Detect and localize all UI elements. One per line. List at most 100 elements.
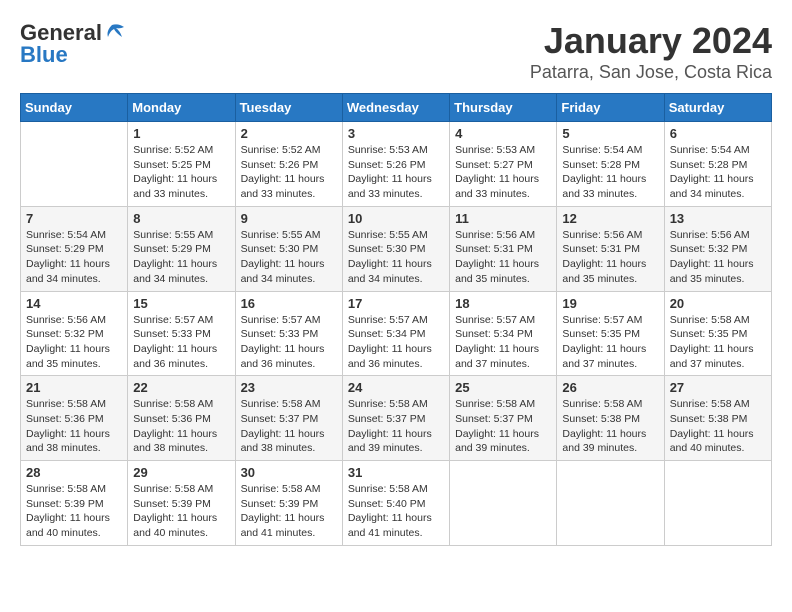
day-number: 19 — [562, 296, 658, 311]
day-info: Sunrise: 5:52 AMSunset: 5:26 PMDaylight:… — [241, 143, 337, 202]
day-info: Sunrise: 5:58 AMSunset: 5:39 PMDaylight:… — [133, 482, 229, 541]
calendar-day: 21 Sunrise: 5:58 AMSunset: 5:36 PMDayligh… — [21, 376, 128, 461]
calendar-day: 10Sunrise: 5:55 AMSunset: 5:30 PMDayligh… — [342, 206, 449, 291]
day-number: 25 — [455, 380, 551, 395]
day-number: 27 — [670, 380, 766, 395]
day-number: 18 — [455, 296, 551, 311]
calendar-day: 4 Sunrise: 5:53 AMSunset: 5:27 PMDaylight… — [450, 122, 557, 207]
calendar-day: 28 Sunrise: 5:58 AMSunset: 5:39 PMDayligh… — [21, 461, 128, 546]
day-number: 16 — [241, 296, 337, 311]
calendar-day: 3 Sunrise: 5:53 AMSunset: 5:26 PMDaylight… — [342, 122, 449, 207]
calendar-table: SundayMondayTuesdayWednesdayThursdayFrid… — [20, 93, 772, 546]
header-sunday: Sunday — [21, 94, 128, 122]
calendar-day: 29 Sunrise: 5:58 AMSunset: 5:39 PMDayligh… — [128, 461, 235, 546]
day-number: 9 — [241, 211, 337, 226]
day-info: Sunrise: 5:56 AMSunset: 5:32 PMDaylight:… — [670, 228, 766, 287]
calendar-week-1: 1Sunrise: 5:52 AMSunset: 5:25 PMDaylight… — [21, 122, 772, 207]
day-number: 3 — [348, 126, 444, 141]
day-info: Sunrise: 5:55 AMSunset: 5:30 PMDaylight:… — [241, 228, 337, 287]
title-block: January 2024 Patarra, San Jose, Costa Ri… — [530, 20, 772, 83]
day-info: Sunrise: 5:56 AMSunset: 5:32 PMDaylight:… — [26, 313, 122, 372]
day-info: Sunrise: 5:58 AMSunset: 5:36 PMDaylight:… — [133, 397, 229, 456]
calendar-day: 18 Sunrise: 5:57 AMSunset: 5:34 PMDayligh… — [450, 291, 557, 376]
day-info: Sunrise: 5:58 AMSunset: 5:35 PMDaylight:… — [670, 313, 766, 372]
calendar-day: 16 Sunrise: 5:57 AMSunset: 5:33 PMDayligh… — [235, 291, 342, 376]
day-info: Sunrise: 5:54 AMSunset: 5:28 PMDaylight:… — [670, 143, 766, 202]
calendar-day: 23Sunrise: 5:58 AMSunset: 5:37 PMDayligh… — [235, 376, 342, 461]
calendar-day — [21, 122, 128, 207]
day-info: Sunrise: 5:58 AMSunset: 5:39 PMDaylight:… — [26, 482, 122, 541]
day-number: 22 — [133, 380, 229, 395]
day-number: 28 — [26, 465, 122, 480]
calendar-day — [450, 461, 557, 546]
day-info: Sunrise: 5:53 AMSunset: 5:26 PMDaylight:… — [348, 143, 444, 202]
header-thursday: Thursday — [450, 94, 557, 122]
calendar-day: 7 Sunrise: 5:54 AMSunset: 5:29 PMDaylight… — [21, 206, 128, 291]
day-number: 5 — [562, 126, 658, 141]
header-saturday: Saturday — [664, 94, 771, 122]
day-number: 4 — [455, 126, 551, 141]
calendar-day: 2 Sunrise: 5:52 AMSunset: 5:26 PMDaylight… — [235, 122, 342, 207]
calendar-day: 13 Sunrise: 5:56 AMSunset: 5:32 PMDayligh… — [664, 206, 771, 291]
logo: General Blue — [20, 20, 126, 68]
day-number: 12 — [562, 211, 658, 226]
calendar-day: 20 Sunrise: 5:58 AMSunset: 5:35 PMDayligh… — [664, 291, 771, 376]
day-info: Sunrise: 5:58 AMSunset: 5:37 PMDaylight:… — [241, 397, 337, 456]
day-number: 1 — [133, 126, 229, 141]
day-info: Sunrise: 5:58 AMSunset: 5:40 PMDaylight:… — [348, 482, 444, 541]
day-number: 31 — [348, 465, 444, 480]
calendar-day: 1Sunrise: 5:52 AMSunset: 5:25 PMDaylight… — [128, 122, 235, 207]
day-info: Sunrise: 5:57 AMSunset: 5:34 PMDaylight:… — [348, 313, 444, 372]
calendar-day: 9 Sunrise: 5:55 AMSunset: 5:30 PMDaylight… — [235, 206, 342, 291]
day-info: Sunrise: 5:58 AMSunset: 5:38 PMDaylight:… — [562, 397, 658, 456]
day-number: 17 — [348, 296, 444, 311]
page-title: January 2024 — [530, 20, 772, 62]
calendar-day: 22 Sunrise: 5:58 AMSunset: 5:36 PMDayligh… — [128, 376, 235, 461]
header-monday: Monday — [128, 94, 235, 122]
calendar-week-4: 21 Sunrise: 5:58 AMSunset: 5:36 PMDayligh… — [21, 376, 772, 461]
day-info: Sunrise: 5:58 AMSunset: 5:37 PMDaylight:… — [455, 397, 551, 456]
day-number: 14 — [26, 296, 122, 311]
logo-bird-icon — [104, 23, 126, 43]
day-info: Sunrise: 5:54 AMSunset: 5:29 PMDaylight:… — [26, 228, 122, 287]
day-info: Sunrise: 5:57 AMSunset: 5:34 PMDaylight:… — [455, 313, 551, 372]
day-number: 29 — [133, 465, 229, 480]
day-info: Sunrise: 5:58 AMSunset: 5:39 PMDaylight:… — [241, 482, 337, 541]
calendar-week-5: 28 Sunrise: 5:58 AMSunset: 5:39 PMDayligh… — [21, 461, 772, 546]
calendar-day — [557, 461, 664, 546]
day-info: Sunrise: 5:56 AMSunset: 5:31 PMDaylight:… — [562, 228, 658, 287]
day-info: Sunrise: 5:57 AMSunset: 5:33 PMDaylight:… — [133, 313, 229, 372]
calendar-day: 11Sunrise: 5:56 AMSunset: 5:31 PMDayligh… — [450, 206, 557, 291]
calendar-day: 17 Sunrise: 5:57 AMSunset: 5:34 PMDayligh… — [342, 291, 449, 376]
day-info: Sunrise: 5:57 AMSunset: 5:33 PMDaylight:… — [241, 313, 337, 372]
calendar-day: 15Sunrise: 5:57 AMSunset: 5:33 PMDayligh… — [128, 291, 235, 376]
calendar-day: 14 Sunrise: 5:56 AMSunset: 5:32 PMDayligh… — [21, 291, 128, 376]
header-wednesday: Wednesday — [342, 94, 449, 122]
page-header: General Blue January 2024 Patarra, San J… — [20, 20, 772, 83]
day-number: 7 — [26, 211, 122, 226]
day-number: 30 — [241, 465, 337, 480]
day-number: 8 — [133, 211, 229, 226]
page-subtitle: Patarra, San Jose, Costa Rica — [530, 62, 772, 83]
calendar-day: 12 Sunrise: 5:56 AMSunset: 5:31 PMDayligh… — [557, 206, 664, 291]
calendar-day: 24Sunrise: 5:58 AMSunset: 5:37 PMDayligh… — [342, 376, 449, 461]
calendar-day: 27Sunrise: 5:58 AMSunset: 5:38 PMDayligh… — [664, 376, 771, 461]
day-info: Sunrise: 5:56 AMSunset: 5:31 PMDaylight:… — [455, 228, 551, 287]
day-number: 21 — [26, 380, 122, 395]
day-info: Sunrise: 5:58 AMSunset: 5:36 PMDaylight:… — [26, 397, 122, 456]
logo-blue-text: Blue — [20, 42, 68, 68]
calendar-day: 8Sunrise: 5:55 AMSunset: 5:29 PMDaylight… — [128, 206, 235, 291]
day-number: 20 — [670, 296, 766, 311]
calendar-day: 30 Sunrise: 5:58 AMSunset: 5:39 PMDayligh… — [235, 461, 342, 546]
header-tuesday: Tuesday — [235, 94, 342, 122]
day-number: 13 — [670, 211, 766, 226]
day-info: Sunrise: 5:53 AMSunset: 5:27 PMDaylight:… — [455, 143, 551, 202]
day-number: 2 — [241, 126, 337, 141]
day-number: 6 — [670, 126, 766, 141]
calendar-day: 25 Sunrise: 5:58 AMSunset: 5:37 PMDayligh… — [450, 376, 557, 461]
calendar-header-row: SundayMondayTuesdayWednesdayThursdayFrid… — [21, 94, 772, 122]
calendar-day: 19Sunrise: 5:57 AMSunset: 5:35 PMDayligh… — [557, 291, 664, 376]
header-friday: Friday — [557, 94, 664, 122]
day-info: Sunrise: 5:58 AMSunset: 5:37 PMDaylight:… — [348, 397, 444, 456]
calendar-day: 5Sunrise: 5:54 AMSunset: 5:28 PMDaylight… — [557, 122, 664, 207]
